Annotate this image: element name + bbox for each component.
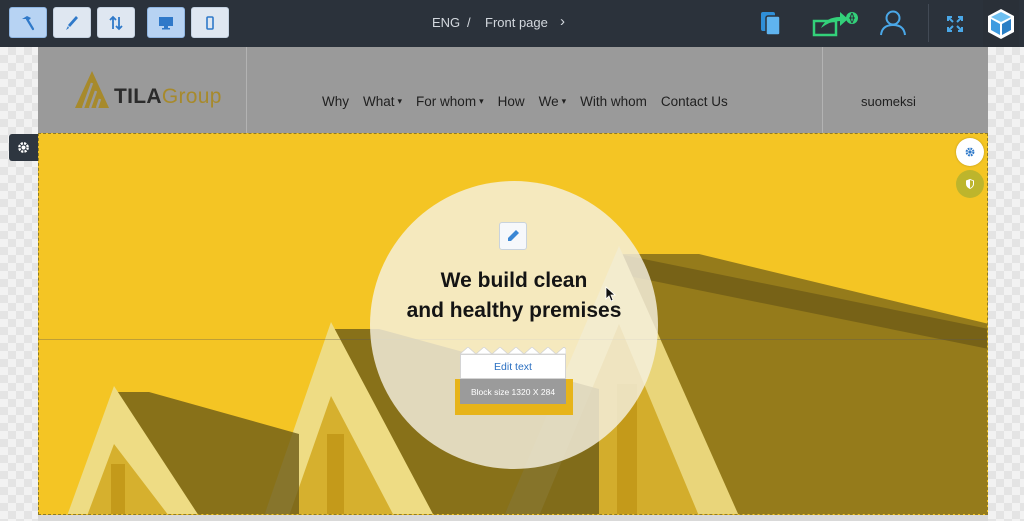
canvas-margin-left <box>0 47 38 521</box>
pages-icon[interactable] <box>756 8 786 38</box>
logo-suffix: Group <box>161 85 222 108</box>
user-icon[interactable] <box>876 7 910 39</box>
nav-item-we[interactable]: We ▾ <box>539 94 567 109</box>
nav-item-why[interactable]: Why <box>322 94 349 109</box>
logo-triangle-icon <box>75 71 109 109</box>
block-options-button[interactable] <box>956 138 984 166</box>
toolbar-divider <box>928 4 929 42</box>
pencil-icon <box>508 230 519 241</box>
tooltip-notch <box>460 347 566 354</box>
logo-cube-icon[interactable] <box>983 0 1019 47</box>
mobile-icon <box>206 15 214 30</box>
chevron-down-icon: ▾ <box>561 96 567 106</box>
language-switch-link[interactable]: suomeksi <box>861 94 916 109</box>
hero-block[interactable]: We build clean and healthy premises Cont… <box>38 133 988 515</box>
nav-item-for-whom[interactable]: For whom ▾ <box>416 94 484 109</box>
site-header: TILAGroup Why What ▾ For whom ▾ How We ▾ Wi… <box>38 47 988 133</box>
breadcrumb-page[interactable]: Front page <box>485 15 548 30</box>
editor-toolbar: ENG / Front page › <box>0 0 1024 47</box>
nav-item-contact-us[interactable]: Contact Us <box>661 94 728 109</box>
edit-text-button[interactable] <box>499 222 527 250</box>
mobile-view-button[interactable] <box>191 7 229 38</box>
reorder-mode-button[interactable] <box>97 7 135 38</box>
next-block-edge <box>38 515 988 521</box>
block-visibility-button[interactable] <box>956 170 984 198</box>
nav-item-how[interactable]: How <box>498 94 525 109</box>
chevron-down-icon: ▾ <box>479 96 484 106</box>
header-divider <box>822 47 823 133</box>
move-vertical-icon <box>109 15 123 30</box>
design-mode-button[interactable] <box>53 7 91 38</box>
main-nav: Why What ▾ For whom ▾ How We ▾ With whom Co… <box>322 94 742 109</box>
block-settings-button[interactable] <box>9 134 38 161</box>
breadcrumb-separator: / <box>467 15 471 30</box>
site-logo[interactable]: TILAGroup <box>73 69 222 109</box>
mouse-cursor-icon <box>605 286 617 302</box>
build-mode-button[interactable] <box>9 7 47 38</box>
desktop-view-button[interactable] <box>147 7 185 38</box>
shield-icon <box>966 179 974 189</box>
block-size-label: Block size 1320 X 284 <box>460 379 566 404</box>
gear-icon <box>18 142 29 153</box>
canvas-margin-right <box>988 47 1024 521</box>
hammer-icon <box>22 15 35 30</box>
edit-text-menu-item[interactable]: Edit text <box>460 354 566 379</box>
logo-brand: TILA <box>114 85 162 108</box>
edit-tooltip: Edit text Block size 1320 X 284 <box>460 347 566 404</box>
gear-icon <box>965 147 975 157</box>
brush-icon <box>66 15 78 30</box>
chevron-down-icon: ▾ <box>397 96 403 106</box>
publish-icon[interactable] <box>812 9 862 37</box>
chevron-right-icon[interactable]: › <box>560 13 565 30</box>
breadcrumb-language[interactable]: ENG <box>432 15 460 30</box>
fullscreen-icon[interactable] <box>944 13 966 35</box>
header-divider <box>246 47 247 133</box>
desktop-icon <box>159 16 173 29</box>
nav-item-what[interactable]: What ▾ <box>363 94 402 109</box>
nav-item-with-whom[interactable]: With whom <box>580 94 647 109</box>
